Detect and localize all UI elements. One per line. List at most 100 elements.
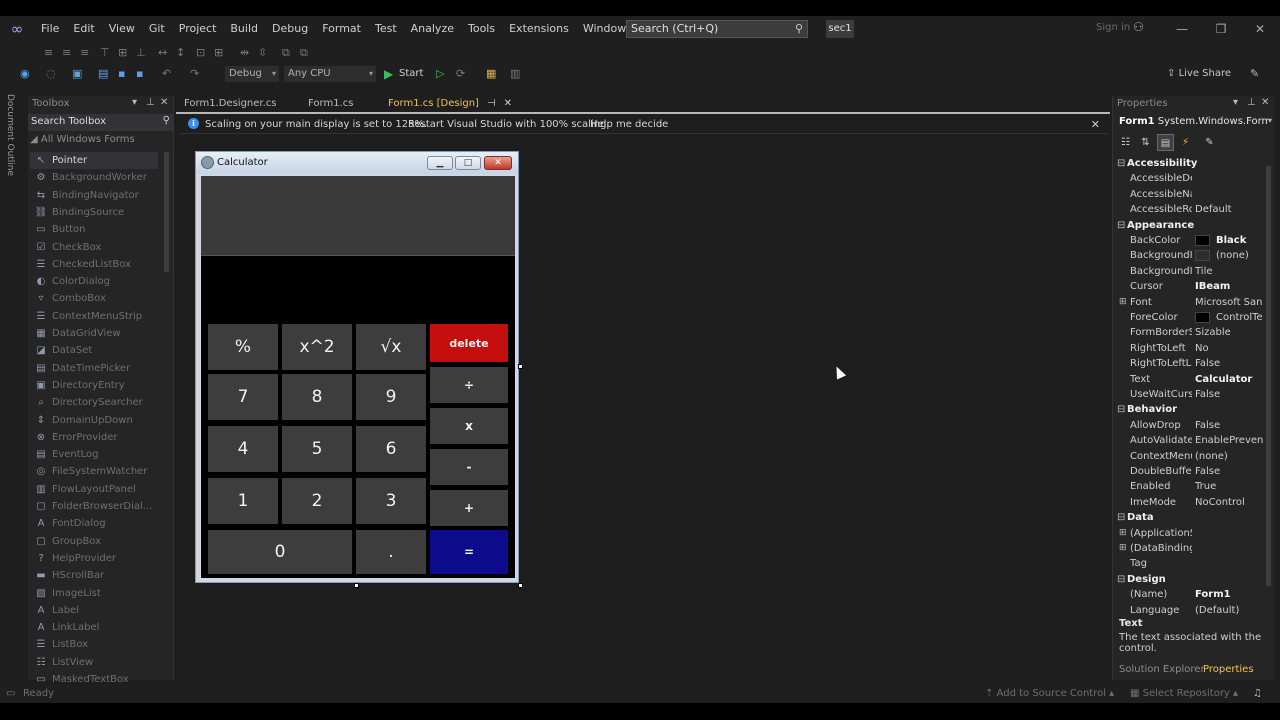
toolbox-item[interactable]: ⚙ BackgroundWorker [30,169,158,186]
property-value[interactable]: (Default) [1195,603,1263,616]
hot-reload-icon[interactable]: ⟳ [456,66,465,82]
toolbox-item[interactable]: ▿ ComboBox [30,290,158,307]
square-button[interactable]: x^2 [282,324,352,370]
property-value[interactable]: (none) [1195,449,1263,464]
toolbox-item[interactable]: ◎ FileSystemWatcher [30,463,158,480]
menu-item[interactable]: File [34,16,66,42]
property-row[interactable]: RightToLeft No [1115,341,1263,356]
property-row[interactable]: DoubleBuffereFalse [1115,464,1263,479]
grid-align-icon[interactable]: ⊞ [214,45,223,61]
new-project-icon[interactable]: ▣ [72,66,82,82]
open-file-icon[interactable]: ▤ [98,66,108,82]
property-row[interactable]: ⊞ Font Microsoft Sans [1115,295,1263,310]
multiply-button[interactable]: x [430,408,508,444]
search-input[interactable]: Search (Ctrl+Q) ⚲ [626,20,808,38]
resize-handle-corner[interactable] [518,583,523,588]
toolbox-item[interactable]: ? HelpProvider [30,550,158,567]
menu-item[interactable]: Extensions [502,16,576,42]
toolbox-item[interactable]: ▤ DateTimePicker [30,360,158,377]
calculator-form[interactable]: Calculator ▁ □ ✕ % x^2 √x delete 7 8 9 ÷… [195,151,519,583]
undo-icon[interactable]: ↶ [162,66,171,82]
toolbox-group-header[interactable]: ◢ All Windows Forms [30,134,135,145]
toolbox-search-input[interactable]: Search Toolbox ⚲ [28,114,174,131]
menu-item[interactable]: Analyze [404,16,461,42]
property-category[interactable]: ⊟ Data [1117,510,1263,525]
calculator-title-bar[interactable]: Calculator ▁ □ ✕ [196,152,518,174]
save-all-icon[interactable]: ▪ [136,66,143,82]
collapse-icon[interactable]: ⊟ [1117,572,1127,587]
tab-properties[interactable]: Properties [1203,664,1254,675]
property-grid-scrollbar[interactable] [1266,166,1271,586]
document-outline-tab[interactable]: Document Outline [5,94,15,176]
collapse-icon[interactable]: ⊟ [1117,402,1127,417]
menu-item[interactable]: Debug [265,16,315,42]
resize-handle-right[interactable] [518,364,523,369]
pin-icon[interactable]: ⊥ [1247,97,1256,108]
property-row[interactable]: AccessibleRol Default [1115,202,1263,217]
digit-1-button[interactable]: 1 [208,478,278,524]
toolbox-item[interactable]: ▤ EventLog [30,446,158,463]
menu-item[interactable]: Test [368,16,404,42]
toolbox-item[interactable]: ▭ Button [30,221,158,238]
expand-icon[interactable]: ⊞ [1119,295,1127,310]
property-value[interactable]: False [1195,418,1263,433]
property-category[interactable]: ⊟ Appearance [1117,218,1263,233]
toolbox-item[interactable]: ☷ ListView [30,654,158,671]
horizontal-spacing-icon[interactable]: ⇹ [240,45,249,61]
minimize-icon[interactable]: ▁ [427,156,453,170]
percent-button[interactable]: % [208,324,278,370]
menu-item[interactable]: View [102,16,142,42]
property-value[interactable]: ControlTe [1195,310,1263,325]
maximize-icon[interactable]: □ [455,156,481,170]
toolbox-item[interactable]: ◪ DataSet [30,342,158,359]
tab-form1-cs[interactable]: Form1.cs [300,96,361,112]
toolbox-item[interactable]: ▥ FlowLayoutPanel [30,481,158,498]
toolbox-item[interactable]: ◐ ColorDialog [30,273,158,290]
property-row[interactable]: ContextMenuS(none) [1115,449,1263,464]
categorized-icon[interactable]: ☷ [1117,134,1134,151]
select-repository-button[interactable]: ▦ Select Repository ▴ [1130,685,1238,703]
menu-item[interactable]: Window [576,16,633,42]
start-button[interactable]: Start [399,66,423,82]
start-without-debug-icon[interactable]: ▷ [436,66,444,82]
layout-icon[interactable]: ▥ [510,66,520,82]
property-row[interactable]: FormBorderStSizable [1115,325,1263,340]
property-row[interactable]: Enabled True [1115,479,1263,494]
property-value[interactable]: Black [1195,233,1263,248]
menu-item[interactable]: Git [142,16,172,42]
property-value[interactable]: True [1195,479,1263,494]
property-value[interactable]: Calculator [1195,372,1263,387]
add-to-source-control-button[interactable]: ⇡ Add to Source Control ▴ [985,685,1114,703]
property-row[interactable]: AccessibleDes [1115,171,1263,186]
collapse-icon[interactable]: ⊟ [1117,156,1127,171]
property-category[interactable]: ⊟ Behavior [1117,402,1263,417]
decimal-button[interactable]: . [356,530,426,574]
live-share-button[interactable]: ⇪ Live Share [1167,66,1231,82]
property-category[interactable]: ⊟ Design [1117,572,1263,587]
pin-icon[interactable]: ⊣ [487,98,496,109]
toolbox-item[interactable]: ⇆ BindingNavigator [30,187,158,204]
toolbox-item[interactable]: A FontDialog [30,515,158,532]
toolbox-item[interactable]: ▦ DataGridView [30,325,158,342]
start-debug-icon[interactable]: ▶ [384,66,393,82]
sign-in-link[interactable]: Sign in [1096,22,1130,33]
toolbox-scrollbar[interactable] [164,152,169,272]
property-value[interactable]: Sizable [1195,325,1263,340]
toolbox-item[interactable]: ▢ FolderBrowserDial... [30,498,158,515]
property-value[interactable]: Form1 [1195,587,1263,602]
navigate-back-icon[interactable]: ◉ [20,66,30,82]
toolbox-item[interactable]: ☰ ListBox [30,636,158,653]
sqrt-button[interactable]: √x [356,324,426,370]
property-row[interactable]: AllowDrop False [1115,418,1263,433]
align-center-icon[interactable]: ≡ [62,45,71,61]
calculator-display[interactable] [201,176,515,256]
menu-item[interactable]: Tools [461,16,502,42]
toolbox-item[interactable]: A LinkLabel [30,619,158,636]
close-icon[interactable]: ✕ [1261,97,1269,108]
send-to-back-icon[interactable]: ⧉ [300,45,308,61]
close-icon[interactable]: ✕ [160,97,168,108]
digit-9-button[interactable]: 9 [356,374,426,420]
property-row[interactable]: (Name) Form1 [1115,587,1263,602]
digit-8-button[interactable]: 8 [282,374,352,420]
property-row[interactable]: ForeColor ControlTe [1115,310,1263,325]
